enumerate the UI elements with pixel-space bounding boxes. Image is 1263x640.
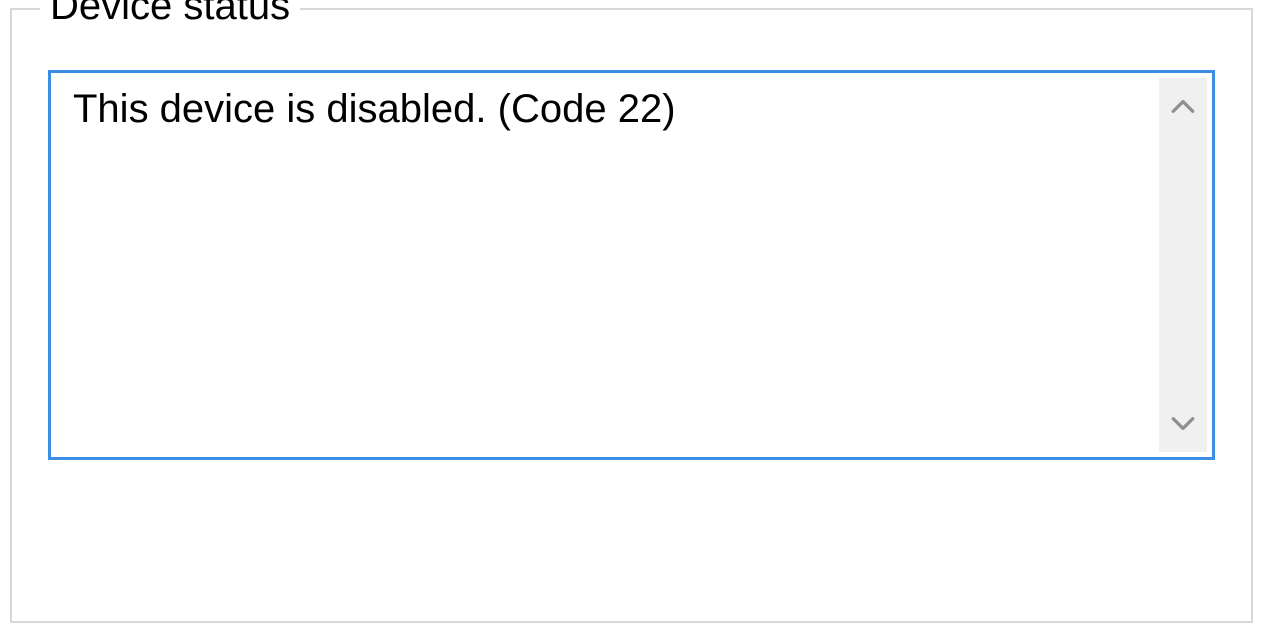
scroll-down-icon[interactable] [1170, 414, 1196, 432]
scroll-up-icon[interactable] [1170, 98, 1196, 116]
device-status-text-area: This device is disabled. (Code 22) [51, 73, 1159, 457]
device-status-legend: Device status [40, 0, 300, 30]
scrollbar[interactable] [1159, 78, 1207, 452]
device-status-group: Device status This device is disabled. (… [10, 8, 1253, 623]
device-status-message: This device is disabled. (Code 22) [73, 87, 1137, 132]
device-status-box[interactable]: This device is disabled. (Code 22) [48, 70, 1215, 460]
